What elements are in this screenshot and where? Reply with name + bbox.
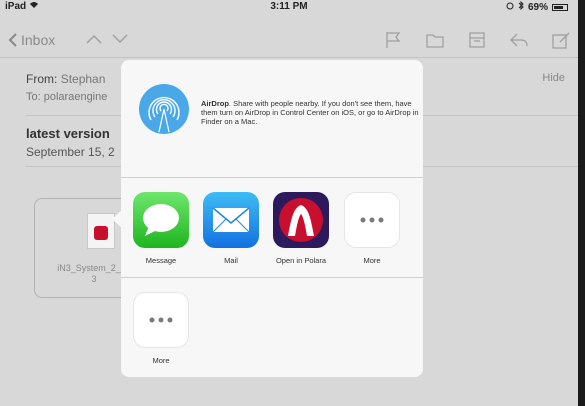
share-sheet: AirDrop. Share with people nearby. If yo… [121, 60, 423, 377]
battery-percent: 69% [527, 1, 548, 13]
airdrop-body: . Share with people nearby. If you don't… [201, 99, 419, 126]
mail-navbar: Inbox [0, 22, 578, 58]
chevron-down-icon[interactable] [112, 32, 128, 50]
airdrop-title: AirDrop [201, 99, 229, 108]
device-label: iPad [5, 1, 27, 12]
reply-icon[interactable] [508, 30, 530, 50]
attachment-file-icon [87, 213, 115, 249]
share-app-label: Message [145, 256, 177, 265]
share-action-label: More [152, 356, 170, 365]
hide-button[interactable]: Hide [542, 72, 565, 84]
back-button[interactable]: Inbox [8, 32, 55, 48]
more-icon [133, 292, 189, 348]
flag-icon[interactable] [382, 30, 404, 50]
share-app-label: Mail [224, 256, 238, 265]
mail-header: From: Stephan To: polaraengine [26, 72, 107, 103]
airdrop-description: AirDrop. Share with people nearby. If yo… [201, 99, 421, 126]
message-nav [86, 32, 128, 50]
polara-mini-icon [94, 226, 108, 240]
back-label: Inbox [21, 32, 56, 48]
archive-icon[interactable] [466, 30, 488, 50]
chevron-left-icon [8, 33, 17, 47]
location-icon [506, 2, 514, 13]
airdrop-section: AirDrop. Share with people nearby. If yo… [121, 60, 423, 178]
status-left: iPad [5, 1, 39, 12]
polara-icon [273, 192, 329, 248]
ipad-screen: iPad 3:11 PM 69% Inbox From: Stephan To:… [0, 0, 578, 406]
share-app-label: Open in Polara [275, 256, 327, 265]
airdrop-icon [137, 82, 191, 136]
wifi-icon [29, 1, 39, 12]
share-actions-row: More [121, 278, 423, 377]
to-line: To: polaraengine [26, 91, 107, 103]
share-app-polara[interactable]: Open in Polara [271, 192, 331, 265]
mail-date: September 15, 2 [26, 145, 115, 159]
message-icon [133, 192, 189, 248]
from-name[interactable]: Stephan [61, 72, 106, 86]
to-label: To: [26, 91, 41, 103]
compose-icon[interactable] [550, 30, 572, 50]
mail-icon [203, 192, 259, 248]
mail-toolbar [382, 30, 572, 50]
bluetooth-icon [518, 0, 524, 13]
from-label: From: [26, 72, 58, 86]
from-line: From: Stephan [26, 72, 107, 86]
share-app-more[interactable]: More [342, 192, 402, 265]
to-value[interactable]: polaraengine [44, 91, 108, 103]
share-app-mail[interactable]: Mail [201, 192, 261, 265]
battery-icon [552, 3, 568, 11]
status-time: 3:11 PM [270, 1, 308, 12]
share-apps-row: Message Mail Open in Polara More [121, 178, 423, 278]
share-app-message[interactable]: Message [131, 192, 191, 265]
status-bar: iPad 3:11 PM 69% [0, 0, 578, 14]
more-icon [344, 192, 400, 248]
chevron-up-icon[interactable] [86, 32, 102, 50]
mail-subject: latest version [26, 126, 110, 141]
status-right: 69% [506, 0, 568, 13]
folder-icon[interactable] [424, 30, 446, 50]
share-action-more[interactable]: More [131, 292, 191, 365]
share-app-label: More [363, 256, 381, 265]
